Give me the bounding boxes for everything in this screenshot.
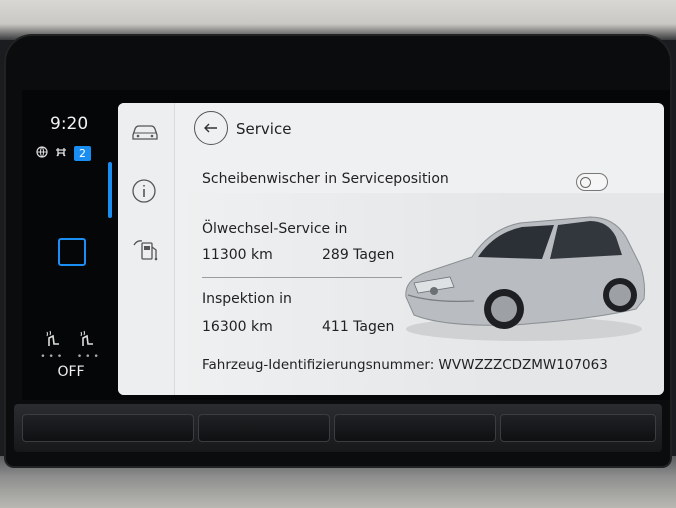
vin-text: Fahrzeug-Identifizierungsnummer: WVWZZZC… bbox=[202, 357, 608, 373]
service-content: Service Scheibenwischer in Servicepositi… bbox=[176, 103, 664, 395]
inspection-days: 411 Tagen bbox=[322, 319, 395, 335]
oil-service-label: Ölwechsel-Service in bbox=[202, 221, 348, 237]
home-button[interactable] bbox=[58, 238, 86, 266]
section-divider bbox=[202, 277, 402, 278]
seat-heat-status: OFF bbox=[57, 364, 85, 380]
status-row: 2 bbox=[36, 146, 91, 161]
vent-slat bbox=[198, 414, 330, 442]
seat-heat-level-dots: ••• ••• bbox=[40, 352, 102, 362]
page-title: Service bbox=[236, 120, 292, 138]
clock: 9:20 bbox=[50, 114, 89, 134]
wiper-service-label: Scheibenwischer in Serviceposition bbox=[202, 171, 449, 187]
globe-icon bbox=[36, 146, 48, 161]
service-panel: Service Scheibenwischer in Servicepositi… bbox=[118, 103, 664, 395]
oil-service-km: 11300 km bbox=[202, 247, 273, 263]
assist-icon bbox=[54, 146, 68, 161]
active-tab-indicator bbox=[108, 162, 112, 218]
back-arrow-icon bbox=[204, 123, 217, 133]
back-button[interactable] bbox=[194, 111, 228, 145]
vent-slat bbox=[22, 414, 194, 442]
air-vents bbox=[14, 404, 662, 452]
vent-slat bbox=[334, 414, 496, 442]
side-navigation bbox=[118, 103, 175, 395]
car-icon[interactable] bbox=[130, 121, 162, 149]
toggle-knob bbox=[580, 177, 591, 188]
seat-heat-control[interactable]: ••• ••• OFF bbox=[40, 330, 102, 380]
inspection-label: Inspektion in bbox=[202, 291, 292, 307]
vent-slat bbox=[500, 414, 656, 442]
oil-service-days: 289 Tagen bbox=[322, 247, 395, 263]
notification-badge[interactable]: 2 bbox=[74, 146, 91, 161]
fuel-pump-icon[interactable] bbox=[130, 237, 162, 265]
background-wall bbox=[0, 0, 676, 40]
info-icon[interactable] bbox=[130, 177, 162, 205]
seat-heat-icon bbox=[40, 330, 102, 352]
car-illustration bbox=[405, 216, 645, 341]
wiper-service-toggle[interactable] bbox=[576, 173, 608, 191]
inspection-km: 16300 km bbox=[202, 319, 273, 335]
